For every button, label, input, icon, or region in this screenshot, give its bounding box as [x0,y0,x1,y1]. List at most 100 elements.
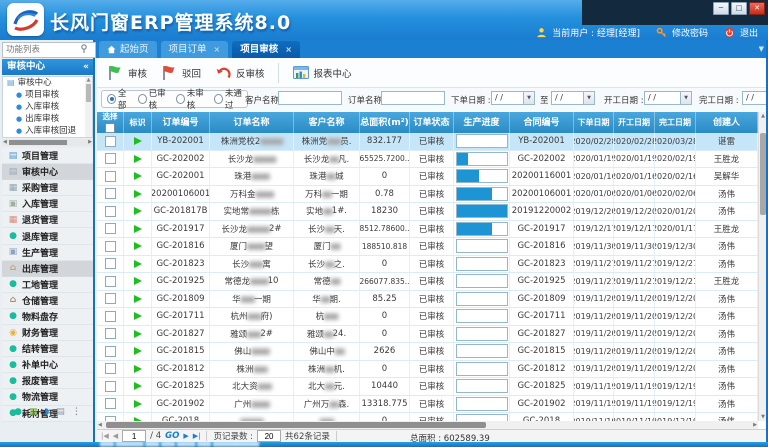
table-row[interactable]: GC-201809华▆▆▆一期华▆▆期.85.25已审核GC-201809201… [97,291,758,309]
scroll-right-icon[interactable]: ▶ [753,421,757,429]
报表中心-button[interactable]: 报表中心 [292,64,352,82]
change-password-link[interactable]: 修改密码 [672,26,708,39]
sidebar-item-物流管理[interactable]: ●物流管理 [2,389,93,405]
radio-circle-icon[interactable] [138,94,147,104]
table-row[interactable]: 20200106001万科金▆▆▆▆万科▆▆一期0.78已审核202001060… [97,186,758,204]
chevron-down-icon[interactable]: ▼ [680,92,691,104]
radio-circle-icon[interactable] [176,94,185,104]
table-row[interactable]: GC-202002长沙龙▆▆▆▆▆长沙龙▆▆凡.65525.7200..已审核G… [97,151,758,169]
反审核-button[interactable]: 反审核 [214,64,265,82]
page-number-input[interactable] [122,430,146,442]
sidebar-item-财务管理[interactable]: ◉财务管理 [2,325,93,341]
tab-起始页[interactable]: 起始页 [99,41,157,58]
table-row[interactable]: GC-201816厦门▆▆▆▆望厦门▆▆188510.818已审核GC-2018… [97,238,758,256]
table-row[interactable]: GC-201827雅颂▆▆▆2#雅颂▆▆24.0已审核GC-2018272019… [97,326,758,344]
table-row[interactable]: GC-201917长沙龙▆▆▆▆▆2#长沙▆▆天.8512.78600..已审核… [97,221,758,239]
tree-item-项目审核[interactable]: ●项目审核 [3,89,92,101]
sidebar-item-审核中心[interactable]: ▤审核中心 [2,164,93,180]
more-icon[interactable]: ⋮ [72,407,81,417]
sidebar-panel-header[interactable]: 审核中心 « [2,59,93,75]
row-checkbox[interactable] [105,363,116,374]
column-header-选择[interactable]: 选择 [97,112,124,133]
chevron-down-icon[interactable]: ▼ [583,92,594,104]
table-row[interactable]: GC-201925常德龙▆▆▆▆10常德▆▆266077.835..已审核GC-… [97,273,758,291]
horizontal-scrollbar[interactable]: ◀ ▶ [97,421,758,429]
row-checkbox[interactable] [105,241,116,252]
prev-page-button[interactable]: ◀ [113,432,118,440]
sidebar-item-采购管理[interactable]: ▦采购管理 [2,180,93,196]
sidebar-item-项目管理[interactable]: ▤项目管理 [2,148,93,164]
radio-未通过[interactable]: 未通过 [214,87,247,111]
tree-item-入库审核回退[interactable]: ●入库审核回退 [3,125,92,137]
sidebar-item-结转管理[interactable]: ●结转管理 [2,341,93,357]
pin-icon[interactable] [80,44,88,53]
row-checkbox[interactable] [105,293,116,304]
table-row[interactable]: GC-202001珠港▆▆▆▆珠港▆▆城0已审核202001160012020/… [97,168,758,186]
column-header-标识[interactable]: 标识 [124,112,152,133]
table-row[interactable]: GC-201902广州▆▆▆▆广州万▆▆森.13318.775已审核GC-201… [97,396,758,414]
table-row[interactable]: GC-201812株洲▆▆▆株洲▆▆机.0已审核GC-2018122019/11… [97,361,758,379]
dot-icon[interactable]: ● [14,407,22,417]
tab-项目订单[interactable]: 项目订单× [161,41,229,58]
sidebar-item-退货管理[interactable]: ▦退货管理 [2,212,93,228]
customer-name-input[interactable] [278,91,342,105]
sidebar-item-生产管理[interactable]: ▣生产管理 [2,245,93,261]
tree-vertical-scrollbar[interactable]: ▲ [85,77,92,137]
tree-root[interactable]: ▤ 审核中心 [3,77,92,89]
sidebar-item-工地管理[interactable]: ●工地管理 [2,277,93,293]
row-checkbox[interactable] [105,398,116,409]
minimize-button[interactable]: ─ [713,2,729,15]
first-page-button[interactable]: |◀ [101,432,109,440]
tab-项目审核[interactable]: 项目审核× [232,41,300,58]
column-header-订单状态[interactable]: 订单状态 [410,112,454,133]
radio-全部[interactable]: 全部 [107,87,133,111]
order-name-input[interactable] [381,91,445,105]
sidebar-item-仓储管理[interactable]: ⌂仓储管理 [2,293,93,309]
table-row[interactable]: GC-201823长沙▆▆▆寓长沙▆▆之.0已审核GC-2018232019/1… [97,256,758,274]
scroll-left-icon[interactable]: ◀ [98,421,102,429]
select-all-checkbox[interactable] [105,123,115,133]
sidebar-item-补单中心[interactable]: ●补单中心 [2,357,93,373]
column-header-客户名称[interactable]: 客户名称 [294,112,360,133]
leaf-icon[interactable]: ◗ [45,407,50,417]
radio-未审核[interactable]: 未审核 [176,87,209,111]
table-row[interactable]: GC-2018▆▆▆▆▆▆▆▆0已审核GC-20182019/11/192019… [97,413,758,421]
close-button[interactable]: ✕ [749,2,765,15]
table-row[interactable]: GC-201817B实地常▆▆▆▆▆栋实地▆▆1#.18230已审核201912… [97,203,758,221]
row-checkbox[interactable] [105,188,116,199]
finish-date-input[interactable]: / / [742,91,768,105]
row-checkbox[interactable] [105,311,116,322]
page-size-input[interactable] [257,430,281,442]
order-date-from-input[interactable]: / /▼ [491,91,535,105]
radio-circle-icon[interactable] [107,94,116,104]
maximize-button[interactable]: □ [731,2,747,15]
column-header-订单名称[interactable]: 订单名称 [210,112,294,133]
row-checkbox[interactable] [105,346,116,357]
start-date-input[interactable]: / /▼ [644,91,692,105]
next-page-button[interactable]: ▶ [183,432,188,440]
sidebar-item-入库管理[interactable]: ▣入库管理 [2,196,93,212]
row-checkbox[interactable] [105,206,116,217]
row-checkbox[interactable] [105,276,116,287]
table-row[interactable]: GC-201711杭州▆▆▆府)杭▆▆▆0已审核GC-2017112019/11… [97,308,758,326]
column-header-下单日期[interactable]: 下单日期 [574,112,614,133]
table-row[interactable]: YB-202001株洲党校2▆▆▆▆▆株洲党▆▆▆员.832.177已审核YB-… [97,133,758,151]
column-header-订单编号[interactable]: 订单编号 [152,112,210,133]
row-checkbox[interactable] [105,171,116,182]
sidebar-item-退库管理[interactable]: ●退库管理 [2,228,93,244]
logout-link[interactable]: 退出 [740,26,758,39]
row-checkbox[interactable] [105,153,116,164]
go-button[interactable]: GO [165,431,179,441]
column-header-开工日期[interactable]: 开工日期 [614,112,655,133]
row-checkbox[interactable] [105,223,116,234]
column-header-生产进度[interactable]: 生产进度 [454,112,510,133]
row-checkbox[interactable] [105,136,116,147]
last-page-button[interactable]: ▶| [193,432,201,440]
column-header-完工日期[interactable]: 完工日期 [655,112,696,133]
close-tab-icon[interactable]: × [285,41,292,58]
审核-button[interactable]: 审核 [106,64,147,82]
horizontal-scroll-thumb[interactable] [106,422,486,428]
tree-item-出库审核[interactable]: ●出库审核 [3,113,92,125]
radio-circle-icon[interactable] [214,94,223,104]
row-checkbox[interactable] [105,258,116,269]
